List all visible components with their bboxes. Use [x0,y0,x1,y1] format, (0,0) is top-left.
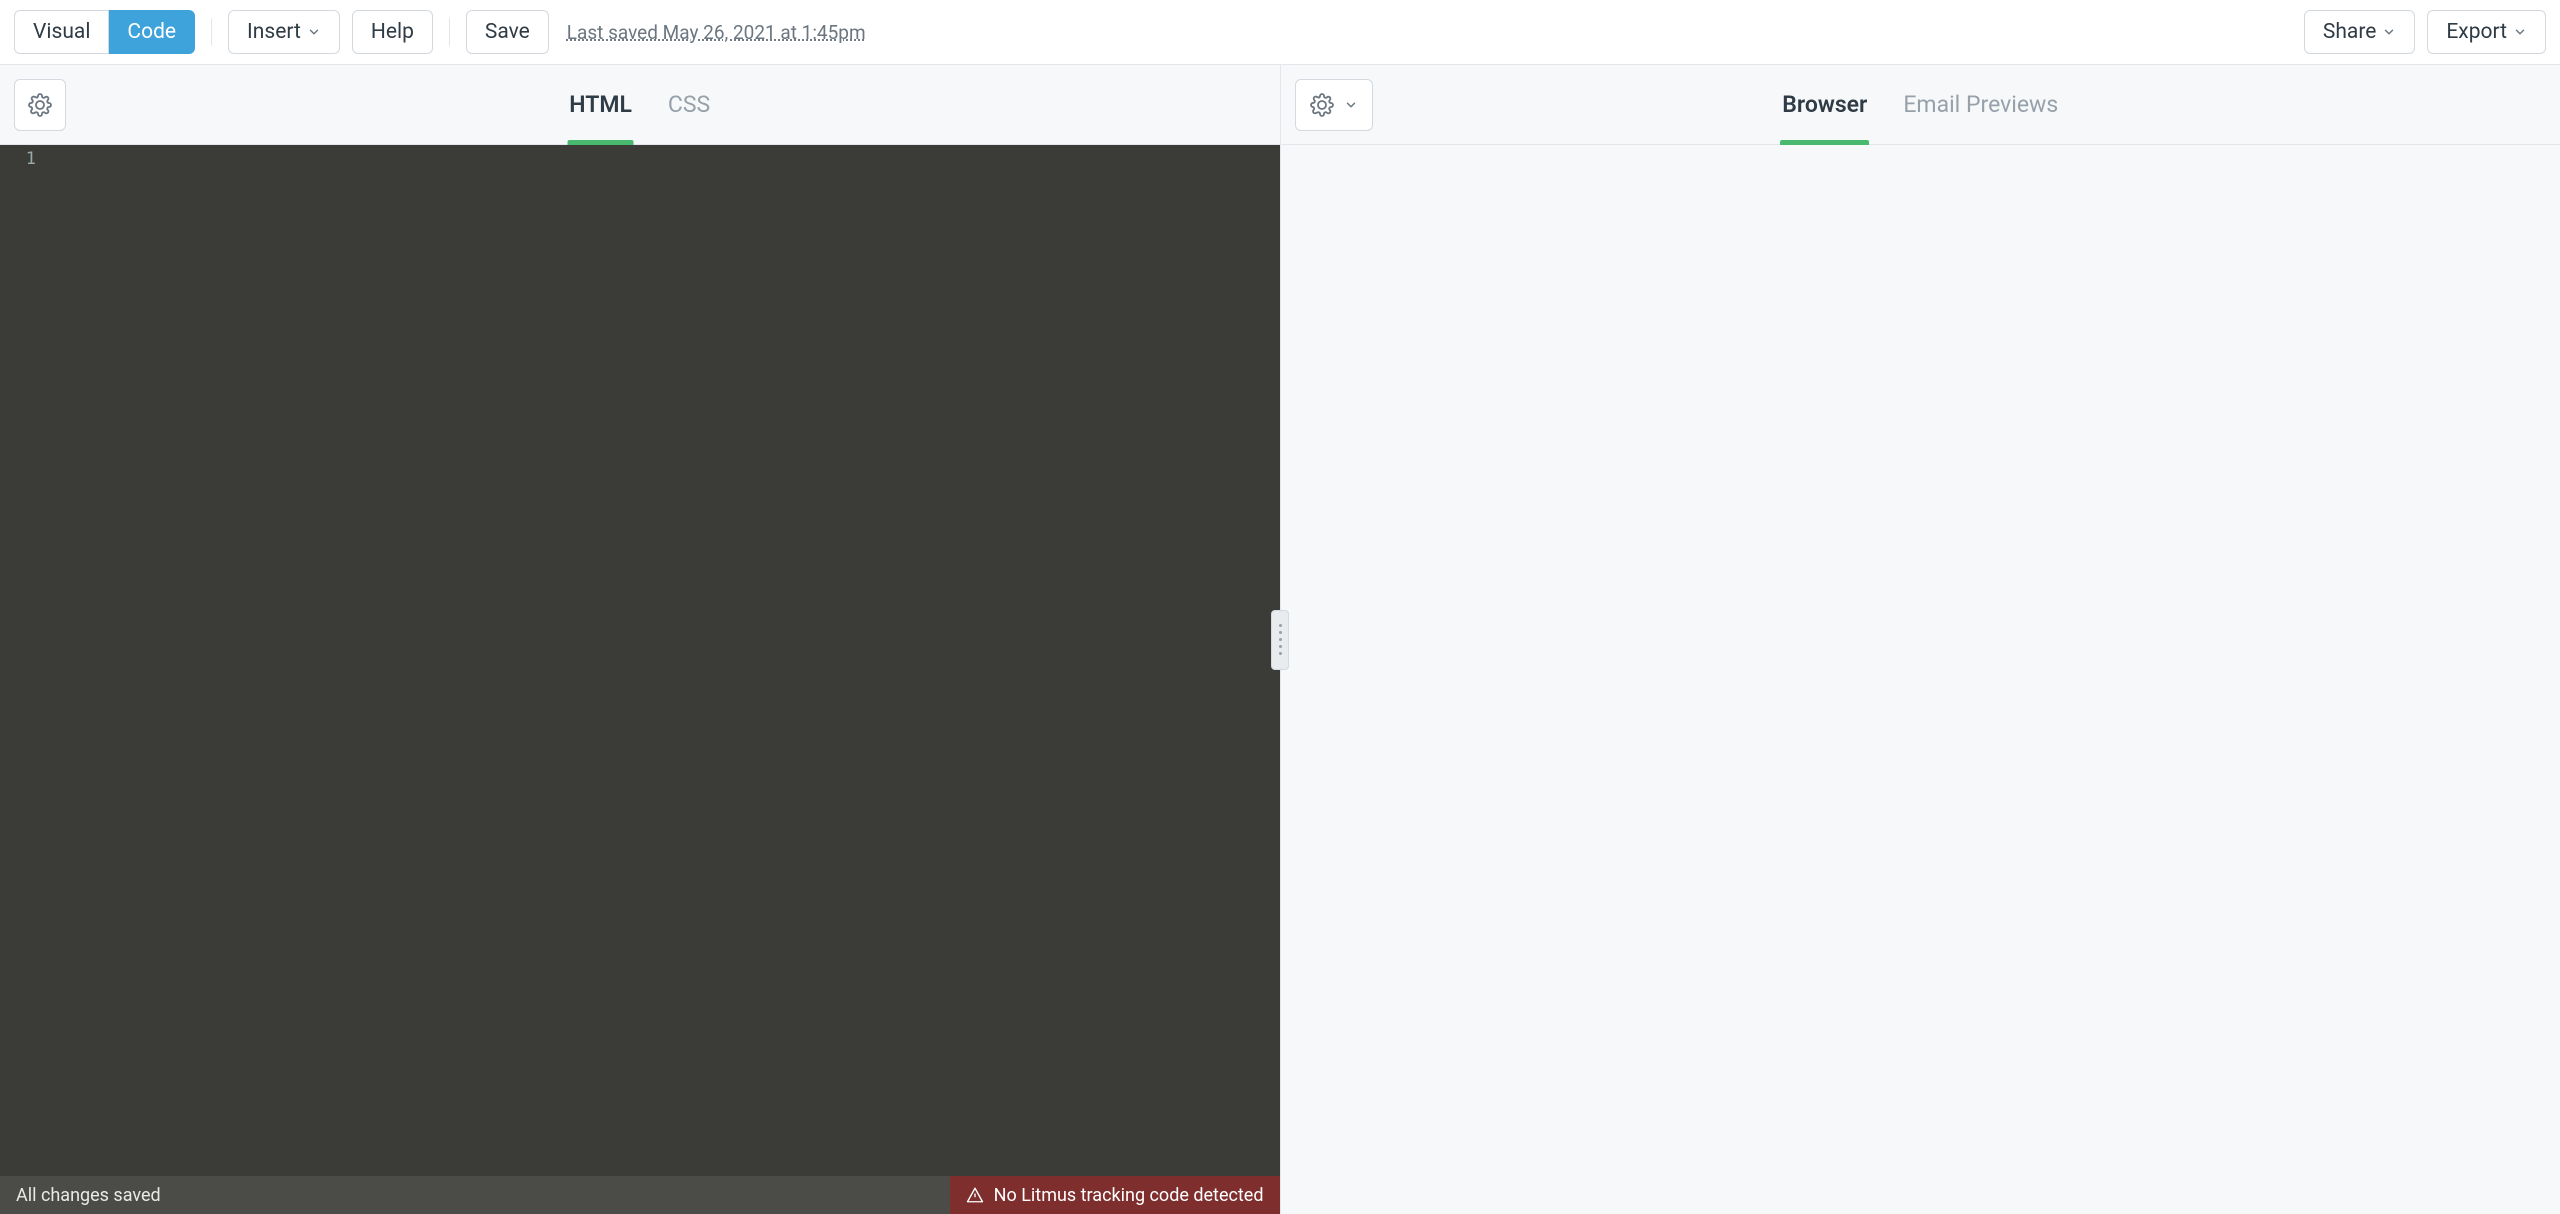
help-button[interactable]: Help [352,10,433,54]
preview-area [1281,145,2560,1214]
panel-resize-handle[interactable] [1271,610,1289,670]
editor-footer: All changes saved No Litmus tracking cod… [0,1176,1280,1214]
save-status: All changes saved [0,1176,950,1214]
chevron-down-icon [2382,25,2396,39]
save-button[interactable]: Save [466,10,549,54]
preview-sub-toolbar: Browser Email Previews [1281,65,2560,145]
line-gutter: 1 [0,145,46,1214]
export-label: Export [2446,20,2507,44]
tab-html[interactable]: HTML [567,65,634,144]
chevron-down-icon [1344,98,1358,112]
insert-button[interactable]: Insert [228,10,340,54]
tracking-warning: No Litmus tracking code detected [950,1176,1280,1214]
split-container: HTML CSS 1 All changes saved No Litmus t… [0,65,2560,1214]
main-toolbar: Visual Code Insert Help Save Last saved … [0,0,2560,65]
code-area[interactable] [46,145,1280,1214]
warning-icon [966,1186,984,1204]
editor-sub-toolbar: HTML CSS [0,65,1280,145]
editor-settings-button[interactable] [14,79,66,131]
toolbar-divider [449,18,450,46]
preview-panel: Browser Email Previews [1281,65,2560,1214]
code-mode-button[interactable]: Code [109,10,195,54]
tab-browser[interactable]: Browser [1780,65,1869,144]
tab-css[interactable]: CSS [666,65,712,144]
line-number: 1 [10,149,36,169]
view-mode-toggle: Visual Code [14,10,195,54]
chevron-down-icon [307,25,321,39]
visual-mode-button[interactable]: Visual [14,10,109,54]
export-button[interactable]: Export [2427,10,2546,54]
insert-label: Insert [247,20,301,44]
gear-icon [1310,93,1334,117]
editor-panel: HTML CSS 1 All changes saved No Litmus t… [0,65,1281,1214]
editor-tabs: HTML CSS [567,65,712,144]
share-button[interactable]: Share [2304,10,2416,54]
gear-icon [28,93,52,117]
last-saved-text: Last saved May 26, 2021 at 1:45pm [567,21,866,44]
toolbar-divider [211,18,212,46]
share-label: Share [2323,20,2377,44]
tab-email-previews[interactable]: Email Previews [1901,65,2060,144]
preview-tabs: Browser Email Previews [1780,65,2060,144]
code-editor[interactable]: 1 All changes saved No Litmus tracking c… [0,145,1280,1214]
tracking-warning-text: No Litmus tracking code detected [994,1185,1264,1206]
chevron-down-icon [2513,25,2527,39]
preview-settings-button[interactable] [1295,79,1373,131]
